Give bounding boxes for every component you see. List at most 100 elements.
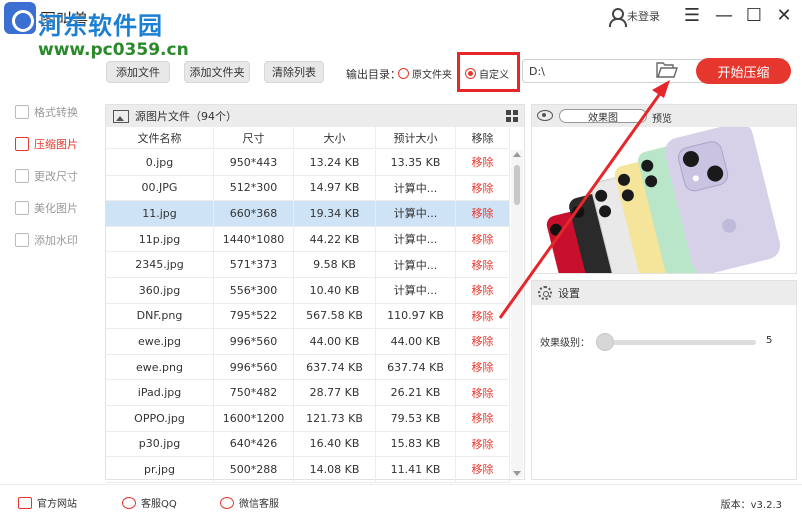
- remove-link[interactable]: 移除: [456, 226, 510, 252]
- radio-icon: [398, 68, 409, 79]
- remove-link[interactable]: 移除: [456, 277, 510, 303]
- sidebar-item-resize[interactable]: 更改尺寸: [15, 166, 78, 186]
- hamburger-icon: ☰: [683, 4, 701, 26]
- table-row[interactable]: p30.jpg 640*426 16.40 KB 15.83 KB 移除: [106, 431, 510, 458]
- toolbar: 添加文件 添加文件夹 清除列表 输出目录： 原文件夹 自定义 开始压缩: [98, 52, 802, 92]
- radio-original-folder[interactable]: 原文件夹: [398, 66, 452, 81]
- table-cell: 9.58 KB: [294, 252, 376, 277]
- remove-link[interactable]: 移除: [456, 405, 510, 431]
- column-header: 预计大小: [376, 127, 456, 149]
- sidebar-item-label: 添加水印: [34, 234, 78, 247]
- app-logo-icon: [4, 2, 36, 34]
- column-header: 文件名称: [106, 127, 214, 149]
- beautify-icon: [15, 201, 29, 215]
- table-row[interactable]: iPad.jpg 750*482 28.77 KB 26.21 KB 移除: [106, 380, 510, 406]
- remove-link[interactable]: 移除: [456, 329, 510, 354]
- table-cell: 11p.jpg: [106, 226, 214, 252]
- table-row[interactable]: ewe.jpg 996*560 44.00 KB 44.00 KB 移除: [106, 329, 510, 355]
- qq-support-link[interactable]: 客服QQ: [122, 495, 177, 510]
- footer: 官方网站 客服QQ 微信客服 版本：v3.2.3: [0, 484, 802, 517]
- watermark-title: 河东软件园: [38, 12, 163, 40]
- resize-icon: [15, 169, 29, 183]
- official-website-link[interactable]: 官方网站: [18, 495, 77, 510]
- remove-link[interactable]: 移除: [456, 431, 510, 457]
- wechat-support-link[interactable]: 微信客服: [220, 495, 279, 510]
- preview-panel: 效果图 预览: [531, 104, 797, 274]
- clear-list-button[interactable]: 清除列表: [264, 61, 324, 83]
- sidebar-item-compress[interactable]: 压缩图片: [15, 134, 78, 154]
- table-cell: 567.58 KB: [294, 303, 376, 329]
- table-row[interactable]: pr.jpg 500*288 14.08 KB 11.41 KB 移除: [106, 457, 510, 483]
- remove-link[interactable]: 移除: [456, 252, 510, 277]
- scrollbar-thumb[interactable]: [514, 165, 520, 205]
- table-cell: ewe.jpg: [106, 329, 214, 354]
- table-cell: 计算中...: [376, 175, 456, 201]
- footer-label: 微信客服: [239, 499, 279, 510]
- settings-panel: 设置 效果级别： 5: [531, 280, 797, 480]
- table-row[interactable]: 11.jpg 660*368 19.34 KB 计算中... 移除: [106, 201, 510, 227]
- remove-link[interactable]: 移除: [456, 354, 510, 380]
- remove-link[interactable]: 移除: [456, 380, 510, 405]
- remove-link[interactable]: 移除: [456, 457, 510, 482]
- table-row[interactable]: 2345.jpg 571*373 9.58 KB 计算中... 移除: [106, 252, 510, 278]
- table-cell: 16.40 KB: [294, 431, 376, 457]
- table-cell: 15.83 KB: [376, 431, 456, 457]
- table-cell: 950*443: [214, 150, 294, 175]
- effect-level-label: 效果级别：: [540, 338, 590, 349]
- add-folder-button[interactable]: 添加文件夹: [184, 61, 250, 83]
- table-row[interactable]: OPPO.jpg 1600*1200 121.73 KB 79.53 KB 移除: [106, 405, 510, 432]
- vertical-scrollbar[interactable]: [511, 150, 523, 478]
- remove-link[interactable]: 移除: [456, 303, 510, 329]
- minimize-button[interactable]: —: [712, 4, 736, 26]
- table-cell: 110.97 KB: [376, 303, 456, 329]
- scroll-up-icon[interactable]: [513, 152, 521, 157]
- open-folder-icon[interactable]: [656, 62, 678, 78]
- sidebar-item-label: 压缩图片: [34, 138, 78, 151]
- table-cell: ewe.png: [106, 354, 214, 380]
- output-dir-label: 输出目录：: [346, 68, 401, 81]
- table-row[interactable]: 00.JPG 512*300 14.97 KB 计算中... 移除: [106, 175, 510, 202]
- table-cell: 14.97 KB: [294, 175, 376, 201]
- sidebar-item-label: 更改尺寸: [34, 170, 78, 183]
- column-header: 大小: [294, 127, 376, 149]
- table-cell: 1440*1080: [214, 226, 294, 252]
- close-button[interactable]: ✕: [772, 4, 796, 26]
- table-row[interactable]: 11p.jpg 1440*1080 44.22 KB 计算中... 移除: [106, 226, 510, 253]
- eye-icon: [537, 110, 553, 121]
- slider-handle[interactable]: [596, 333, 614, 351]
- table-cell: 512*300: [214, 175, 294, 201]
- remove-link[interactable]: 移除: [456, 201, 510, 226]
- sidebar-item-watermark[interactable]: 添加水印: [15, 230, 78, 250]
- table-cell: p30.jpg: [106, 431, 214, 457]
- table-cell: 0.jpg: [106, 150, 214, 175]
- table-row[interactable]: 0.jpg 950*443 13.24 KB 13.35 KB 移除: [106, 150, 510, 176]
- menu-button[interactable]: ☰: [680, 4, 704, 26]
- table-cell: 1600*1200: [214, 405, 294, 431]
- table-row[interactable]: 360.jpg 556*300 10.40 KB 计算中... 移除: [106, 277, 510, 304]
- table-cell: 11.41 KB: [376, 457, 456, 482]
- remove-link[interactable]: 移除: [456, 150, 510, 175]
- preview-label: 预览: [652, 114, 672, 125]
- start-compress-button[interactable]: 开始压缩: [696, 58, 791, 84]
- table-row[interactable]: DNF.png 795*522 567.58 KB 110.97 KB 移除: [106, 303, 510, 330]
- table-row[interactable]: ewe.png 996*560 637.74 KB 637.74 KB 移除: [106, 354, 510, 381]
- table-cell: 11.jpg: [106, 201, 214, 226]
- scroll-down-icon[interactable]: [513, 471, 521, 476]
- table-cell: 500*288: [214, 457, 294, 482]
- table-cell: 19.34 KB: [294, 201, 376, 226]
- effect-level-slider[interactable]: [602, 340, 756, 345]
- maximize-button[interactable]: ☐: [742, 4, 766, 26]
- effect-toggle[interactable]: 效果图: [559, 109, 647, 124]
- column-header: 移除: [456, 127, 510, 149]
- grid-view-icon[interactable]: [506, 110, 518, 122]
- maximize-icon: ☐: [745, 4, 763, 26]
- sidebar-item-convert[interactable]: 格式转换: [15, 102, 78, 122]
- remove-link[interactable]: 移除: [456, 175, 510, 201]
- convert-icon: [15, 105, 29, 119]
- sidebar-item-beautify[interactable]: 美化图片: [15, 198, 78, 218]
- login-status[interactable]: 未登录: [607, 5, 660, 27]
- table-cell: 13.24 KB: [294, 150, 376, 175]
- add-file-button[interactable]: 添加文件: [106, 61, 170, 83]
- image-icon: [113, 109, 129, 123]
- table-cell: 571*373: [214, 252, 294, 277]
